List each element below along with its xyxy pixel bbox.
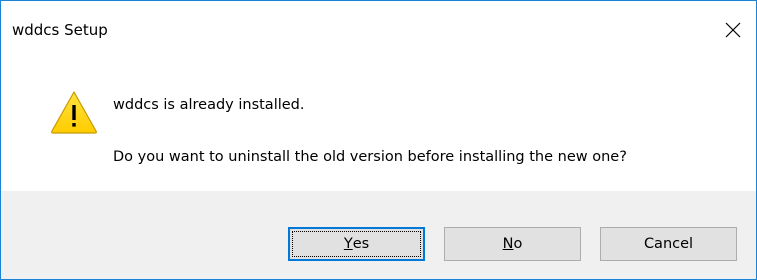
no-mnemonic: N <box>502 236 514 252</box>
message-line-1: wddcs is already installed. <box>113 97 305 113</box>
title-bar[interactable]: wddcs Setup <box>1 1 756 63</box>
warning-icon <box>51 91 97 134</box>
close-icon <box>725 22 741 38</box>
window-title: wddcs Setup <box>12 21 108 39</box>
yes-button[interactable]: Yes <box>288 227 425 261</box>
message-area: wddcs is already installed. Do you want … <box>1 63 756 191</box>
setup-dialog: wddcs Setup wddcs is already installed. … <box>0 0 757 280</box>
yes-label-rest: es <box>352 236 370 252</box>
cancel-button[interactable]: Cancel <box>600 227 737 261</box>
no-label-rest: o <box>513 236 523 252</box>
yes-mnemonic: Y <box>343 236 353 252</box>
no-button[interactable]: No <box>444 227 581 261</box>
cancel-label: Cancel <box>643 236 694 252</box>
message-line-2: Do you want to uninstall the old version… <box>113 149 627 165</box>
button-bar: Yes No Cancel <box>1 191 756 279</box>
close-button[interactable] <box>710 9 756 51</box>
